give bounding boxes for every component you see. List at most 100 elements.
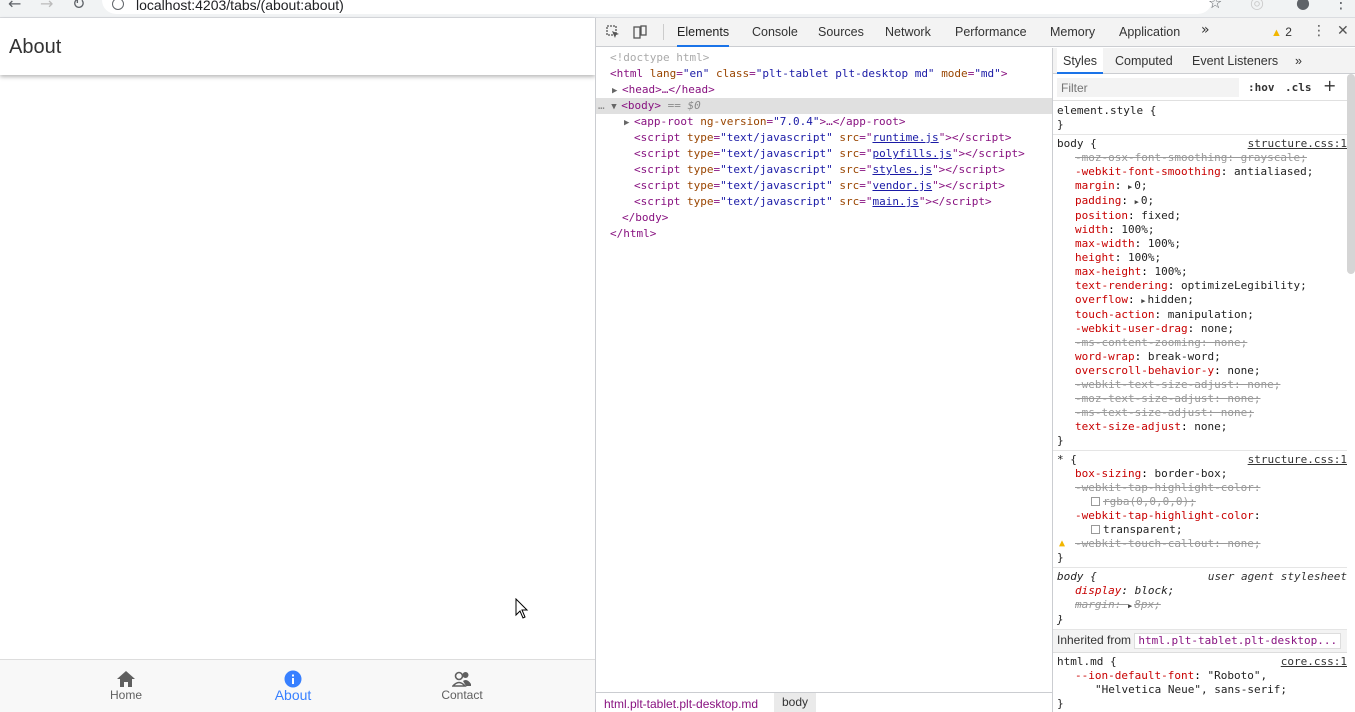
dom-script-node[interactable]: <script type="text/javascript" src="poly… (634, 146, 1025, 162)
css-declaration[interactable]: margin: ▶ 8px; (1057, 598, 1347, 613)
css-declaration[interactable]: margin: ▶ 0; (1057, 179, 1347, 194)
css-declaration[interactable]: text-size-adjust: none; (1057, 420, 1347, 434)
tab-computed[interactable]: Computed (1109, 48, 1179, 74)
tab-application[interactable]: Application (1119, 18, 1180, 47)
close-devtools-icon[interactable]: ✕ (1337, 23, 1349, 39)
breadcrumb-body[interactable]: body (774, 693, 817, 712)
css-declaration[interactable]: word-wrap: break-word; (1057, 350, 1347, 364)
inspect-element-icon[interactable] (606, 25, 620, 39)
more-tabs-icon[interactable]: » (1201, 22, 1210, 38)
reload-icon[interactable]: ↻ (72, 0, 85, 13)
expand-arrow-icon[interactable]: ▶ (612, 83, 622, 99)
tab-console[interactable]: Console (752, 18, 798, 47)
css-declaration[interactable]: position: fixed; (1057, 209, 1347, 223)
dom-script-node[interactable]: <script type="text/javascript" src="styl… (634, 162, 1005, 178)
tab-network[interactable]: Network (885, 18, 931, 47)
css-declaration[interactable]: -moz-text-size-adjust: none; (1057, 392, 1347, 406)
extension-icon[interactable]: ◎ (1250, 0, 1264, 12)
bookmark-star-icon[interactable]: ☆ (1208, 0, 1222, 12)
dom-doctype[interactable]: <!doctype html> (610, 50, 709, 66)
profile-icon[interactable]: ● (1296, 0, 1310, 12)
css-declaration[interactable]: height: 100%; (1057, 251, 1347, 265)
css-declaration[interactable]: -webkit-tap-highlight-color: (1057, 481, 1347, 495)
browser-menu-icon[interactable]: ⋮ (1333, 0, 1349, 12)
dom-html-close[interactable]: </html> (610, 226, 656, 242)
css-declaration[interactable]: padding: ▶ 0; (1057, 194, 1347, 209)
tab-memory[interactable]: Memory (1050, 18, 1095, 47)
css-declaration[interactable]: display: block; (1057, 584, 1347, 598)
dom-body-node[interactable]: … ▼ <body> == $0 (596, 98, 1052, 114)
css-declaration-value[interactable]: rgba(0,0,0,0); (1057, 495, 1347, 509)
css-declaration[interactable]: -webkit-text-size-adjust: none; (1057, 378, 1347, 392)
tab-styles[interactable]: Styles (1057, 48, 1104, 74)
app-header: About (0, 18, 595, 75)
expand-arrow-icon[interactable]: ▶ (1141, 294, 1145, 308)
new-rule-icon[interactable]: + (1323, 76, 1336, 95)
css-declaration[interactable]: -webkit-tap-highlight-color: (1057, 509, 1347, 523)
color-swatch[interactable] (1091, 497, 1100, 506)
rule-source-link[interactable]: structure.css:1 (1248, 453, 1347, 467)
dom-head-node[interactable]: ▶ <head>…</head> (612, 82, 715, 98)
expand-arrow-icon[interactable]: ▶ (624, 115, 634, 131)
expand-arrow-icon[interactable]: ▶ (1135, 195, 1139, 209)
dom-html-node[interactable]: <html lang="en" class="plt-tablet plt-de… (610, 66, 1007, 82)
more-subtabs-icon[interactable]: » (1289, 48, 1308, 74)
hover-state-toggle[interactable]: :hov (1248, 81, 1275, 94)
css-declaration[interactable]: box-sizing: border-box; (1057, 467, 1347, 481)
breadcrumb-html[interactable]: html.plt-tablet.plt-desktop.md (604, 697, 758, 711)
address-bar[interactable]: localhost:4203/tabs/(about:about) (102, 0, 1212, 14)
rule-selector[interactable]: element.style { (1057, 104, 1347, 118)
css-declaration[interactable]: overflow: ▶ hidden; (1057, 293, 1347, 308)
mouse-cursor-icon (515, 598, 529, 619)
devtools-menu-icon[interactable]: ⋮ (1312, 23, 1326, 39)
css-declaration[interactable]: ▲ -webkit-touch-callout: none; (1057, 537, 1347, 551)
rule-source-link[interactable]: structure.css:1 (1248, 137, 1347, 151)
css-declaration[interactable]: overscroll-behavior-y: none; (1057, 364, 1347, 378)
forward-icon[interactable]: → (40, 0, 53, 13)
browser-toolbar: ← → ↻ localhost:4203/tabs/(about:about) … (0, 0, 1355, 18)
css-declaration[interactable]: touch-action: manipulation; (1057, 308, 1347, 322)
dom-app-root-node[interactable]: ▶ <app-root ng-version="7.0.4">…</app-roo… (624, 114, 906, 130)
tab-about[interactable]: About (233, 660, 353, 712)
device-toggle-icon[interactable] (633, 25, 647, 39)
tab-elements[interactable]: Elements (677, 18, 730, 47)
dom-script-node[interactable]: <script type="text/javascript" src="vend… (634, 178, 1005, 194)
styles-scrollbar[interactable] (1347, 74, 1355, 274)
css-declaration[interactable]: -webkit-font-smoothing: antialiased; (1057, 165, 1347, 179)
expand-arrow-icon[interactable]: ▶ (1128, 599, 1132, 613)
collapse-arrow-icon[interactable]: ▼ (611, 99, 621, 115)
css-declaration-value[interactable]: transparent; (1057, 523, 1347, 537)
expand-arrow-icon[interactable]: ▶ (1128, 180, 1132, 194)
app-viewport: About Home About Contact (0, 18, 595, 712)
back-icon[interactable]: ← (8, 0, 21, 13)
css-declaration-value[interactable]: "Helvetica Neue", sans-serif; (1057, 683, 1347, 697)
class-toggle[interactable]: .cls (1285, 81, 1312, 94)
rule-element-style: element.style { } (1053, 102, 1347, 135)
tab-performance[interactable]: Performance (955, 18, 1027, 47)
styles-filter-input[interactable] (1057, 78, 1239, 97)
rule-source-link[interactable]: core.css:1 (1281, 655, 1347, 669)
tab-sources[interactable]: Sources (818, 18, 864, 47)
rule-close: } (1057, 434, 1064, 447)
dom-body-close[interactable]: </body> (622, 210, 668, 226)
tab-contact[interactable]: Contact (402, 660, 522, 712)
css-declaration[interactable]: --ion-default-font: "Roboto", (1057, 669, 1347, 683)
css-declaration[interactable]: max-width: 100%; (1057, 237, 1347, 251)
tab-event-listeners[interactable]: Event Listeners (1186, 48, 1284, 74)
css-declaration[interactable]: width: 100%; (1057, 223, 1347, 237)
site-info-icon[interactable] (112, 0, 124, 10)
css-declaration[interactable]: -ms-content-zooming: none; (1057, 336, 1347, 350)
css-declaration[interactable]: -webkit-user-drag: none; (1057, 322, 1347, 336)
css-declaration[interactable]: text-rendering: optimizeLegibility; (1057, 279, 1347, 293)
inherited-selector-chip[interactable]: html.plt-tablet.plt-desktop... (1134, 633, 1342, 649)
address-url[interactable]: localhost:4203/tabs/(about:about) (136, 0, 344, 13)
css-declaration[interactable]: -moz-osx-font-smoothing: grayscale; (1057, 151, 1347, 165)
dom-script-node[interactable]: <script type="text/javascript" src="runt… (634, 130, 1012, 146)
css-declaration[interactable]: max-height: 100%; (1057, 265, 1347, 279)
color-swatch[interactable] (1091, 525, 1100, 534)
rule-body-user-agent: body { user agent stylesheet display: bl… (1053, 568, 1347, 630)
warnings-badge[interactable]: ▲ 2 (1271, 25, 1292, 39)
css-declaration[interactable]: -ms-text-size-adjust: none; (1057, 406, 1347, 420)
dom-script-node[interactable]: <script type="text/javascript" src="main… (634, 194, 992, 210)
tab-home[interactable]: Home (66, 660, 186, 712)
